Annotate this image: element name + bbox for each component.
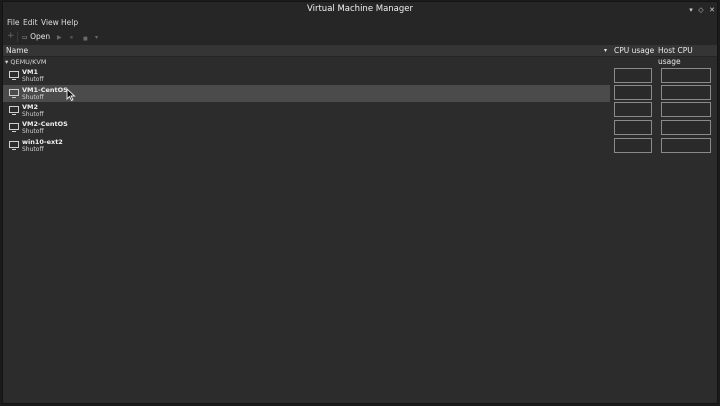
vm-list[interactable]: ▾ QEMU/KVM VM1 Shutoff VM1-CentOS Shutof… <box>3 57 717 403</box>
monitor-icon: ▭ <box>22 34 28 41</box>
cpu-usage-graph <box>614 102 652 117</box>
monitor-icon <box>9 89 19 98</box>
column-cpu-usage[interactable]: CPU usage <box>614 45 654 56</box>
new-vm-icon[interactable]: + <box>7 31 15 41</box>
group-label: QEMU/KVM <box>10 58 47 66</box>
maximize-icon[interactable]: ◇ <box>696 5 706 15</box>
pause-icon[interactable]: ⏸ <box>70 33 73 43</box>
close-icon[interactable]: ✕ <box>707 5 717 15</box>
monitor-icon <box>9 123 19 132</box>
host-cpu-usage-graph <box>661 120 711 135</box>
monitor-icon <box>9 141 19 150</box>
cpu-usage-graph <box>614 138 652 153</box>
vm-state: Shutoff <box>22 145 44 153</box>
menu-view[interactable]: View <box>41 18 59 28</box>
menu-file[interactable]: File <box>7 18 20 28</box>
host-cpu-usage-graph <box>661 85 711 100</box>
vm-row-vm1[interactable]: VM1 Shutoff <box>3 67 610 84</box>
monitor-icon <box>9 71 19 80</box>
column-name[interactable]: Name <box>6 45 28 56</box>
shutdown-menu-chevron-down-icon[interactable]: ▾ <box>95 33 98 43</box>
menu-edit[interactable]: Edit <box>23 18 38 28</box>
app-window: Virtual Machine Manager ▾ ◇ ✕ File Edit … <box>2 1 718 404</box>
host-cpu-usage-graph <box>661 68 711 83</box>
window-title: Virtual Machine Manager <box>306 4 414 14</box>
expander-chevron-down-icon[interactable]: ▾ <box>5 58 8 66</box>
toolbar: + ▭ Open ▶ ⏸ ■ ▾ <box>3 29 717 46</box>
minimize-icon[interactable]: ▾ <box>686 5 696 15</box>
vm-state: Shutoff <box>22 110 44 118</box>
cpu-usage-graph <box>614 68 652 83</box>
host-cpu-usage-graph <box>661 102 711 117</box>
toolbar-separator <box>17 32 18 42</box>
host-cpu-usage-graph <box>661 138 711 153</box>
cpu-usage-graph <box>614 120 652 135</box>
mouse-pointer-icon <box>66 88 76 102</box>
menu-bar: File Edit View Help <box>3 18 717 29</box>
vm-row-win10-ext2[interactable]: win10-ext2 Shutoff <box>3 137 610 154</box>
group-qemu-kvm[interactable]: ▾ QEMU/KVM <box>5 57 46 67</box>
menu-help[interactable]: Help <box>61 18 78 28</box>
monitor-icon <box>9 106 19 115</box>
run-icon[interactable]: ▶ <box>57 33 62 43</box>
vm-row-vm1-centos[interactable]: VM1-CentOS Shutoff <box>3 85 610 102</box>
stop-icon[interactable]: ■ <box>83 34 88 44</box>
vm-row-vm2-centos[interactable]: VM2-CentOS Shutoff <box>3 119 610 136</box>
cpu-usage-graph <box>614 85 652 100</box>
sort-chevron-down-icon[interactable]: ▾ <box>604 45 607 56</box>
vm-state: Shutoff <box>22 93 44 101</box>
title-bar[interactable]: Virtual Machine Manager ▾ ◇ ✕ <box>3 2 717 18</box>
column-header: Name ▾ CPU usage Host CPU usage <box>3 45 717 66</box>
vm-row-vm2[interactable]: VM2 Shutoff <box>3 102 610 119</box>
open-button[interactable]: ▭ Open <box>22 32 50 43</box>
vm-state: Shutoff <box>22 75 44 83</box>
open-button-label: Open <box>30 32 51 41</box>
vm-state: Shutoff <box>22 127 44 135</box>
